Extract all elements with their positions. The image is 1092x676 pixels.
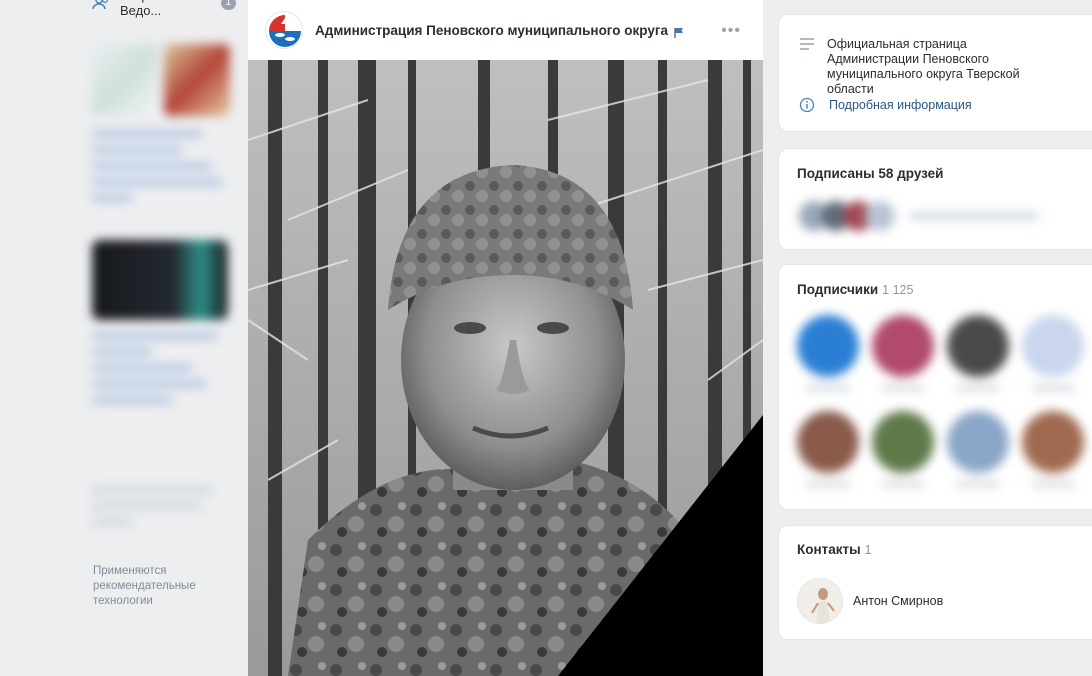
friends-avatars-blurred[interactable]	[799, 201, 1039, 231]
friends-title[interactable]: Подписаны 58 друзей	[797, 166, 943, 181]
info-icon	[799, 97, 817, 113]
post-author[interactable]: Администрация Пеновского муниципального …	[315, 23, 668, 38]
subscribers-card: Подписчики 1 125	[778, 264, 1092, 510]
subscriber-item[interactable]	[1022, 411, 1084, 493]
info-more-label[interactable]: Подробная информация	[829, 98, 972, 112]
contacts-count: 1	[864, 543, 872, 557]
contacts-label: Контакты	[797, 542, 861, 557]
recommended-thumbs[interactable]	[92, 44, 230, 116]
recommended-thumb[interactable]	[164, 44, 230, 116]
flag-icon	[674, 26, 684, 38]
left-column: Тверские Ведо... 1 Применяются рекоменда…	[86, 0, 236, 676]
recommended-thumb[interactable]	[92, 44, 158, 116]
subscriber-item[interactable]	[797, 411, 859, 493]
info-card: Официальная страница Администрации Пенов…	[778, 14, 1092, 132]
avatar[interactable]	[797, 578, 843, 624]
recommended-text-blurred	[92, 486, 222, 534]
subscriber-item[interactable]	[872, 315, 934, 397]
community-avatar[interactable]	[265, 11, 303, 49]
more-horizontal-icon[interactable]: •••	[721, 22, 741, 40]
subscriber-item[interactable]	[872, 411, 934, 493]
subscriber-item[interactable]	[947, 411, 1009, 493]
subscribers-grid	[797, 315, 1084, 493]
contact-item[interactable]: Антон Смирнов	[797, 578, 943, 624]
recommended-video-thumb[interactable]	[92, 240, 228, 320]
contacts-title[interactable]: Контакты 1	[797, 542, 872, 557]
friends-card: Подписаны 58 друзей	[778, 148, 1092, 250]
info-description-row: Официальная страница Администрации Пенов…	[799, 37, 1049, 97]
users-icon	[92, 0, 110, 10]
subscribers-label: Подписчики	[797, 282, 879, 297]
recommended-text-blurred	[92, 130, 222, 210]
subscriber-item[interactable]	[797, 315, 859, 397]
contacts-card: Контакты 1 Антон Смирнов	[778, 525, 1092, 640]
info-more-link[interactable]: Подробная информация	[799, 97, 972, 113]
subscriber-item[interactable]	[1022, 315, 1084, 397]
post-card: Администрация Пеновского муниципального …	[248, 0, 763, 676]
info-description: Официальная страница Администрации Пенов…	[827, 37, 1020, 96]
recommendation-notice: Применяются рекомендательные технологии	[93, 565, 196, 607]
group-link[interactable]: Тверские Ведо... 1	[92, 0, 236, 18]
post-photo[interactable]	[248, 60, 763, 676]
text-lines-icon	[799, 37, 815, 53]
group-badge: 1	[220, 0, 236, 10]
group-name: Тверские Ведо...	[120, 0, 175, 18]
post-header: Администрация Пеновского муниципального …	[248, 0, 763, 60]
contact-name[interactable]: Антон Смирнов	[853, 594, 943, 608]
subscriber-item[interactable]	[947, 315, 1009, 397]
subscribers-title[interactable]: Подписчики 1 125	[797, 282, 913, 297]
recommended-text-blurred	[92, 332, 222, 412]
subscribers-count: 1 125	[882, 283, 914, 297]
